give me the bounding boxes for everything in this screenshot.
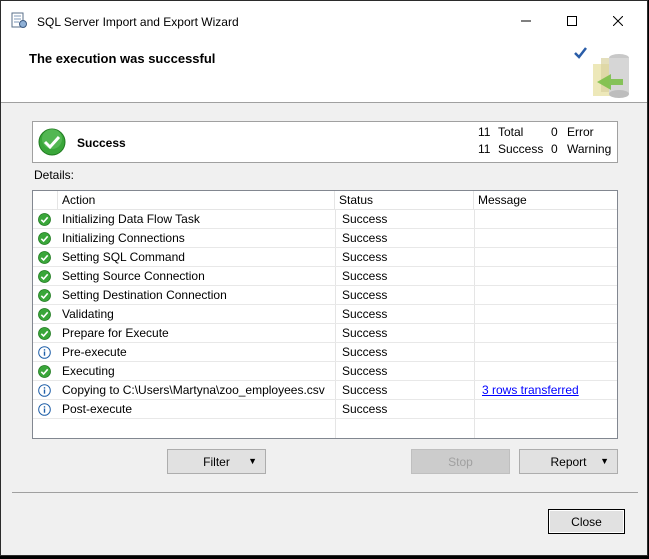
table-row[interactable]: Executing Success <box>33 362 617 381</box>
success-check-icon <box>38 128 66 156</box>
close-button-label: Close <box>571 514 602 529</box>
row-status: Success <box>342 345 388 359</box>
wizard-header: The execution was successful <box>1 40 647 103</box>
row-status: Success <box>342 402 388 416</box>
table-row[interactable]: Setting Destination Connection Success <box>33 286 617 305</box>
dropdown-arrow-icon: ▼ <box>600 456 609 466</box>
success-icon <box>38 270 51 283</box>
warning-count: 0 <box>551 142 558 156</box>
row-status: Success <box>342 364 388 378</box>
dropdown-arrow-icon: ▼ <box>248 456 257 466</box>
success-icon <box>38 289 51 302</box>
close-icon <box>613 15 623 26</box>
row-action: Pre-execute <box>62 345 127 359</box>
row-message <box>478 343 618 362</box>
column-header-message[interactable]: Message <box>474 191 618 210</box>
table-row[interactable]: Setting Source Connection Success <box>33 267 617 286</box>
close-window-button[interactable] <box>595 1 641 40</box>
row-status: Success <box>342 383 388 397</box>
row-message <box>478 400 618 419</box>
row-message <box>478 362 618 381</box>
row-action: Validating <box>62 307 114 321</box>
stop-button[interactable]: Stop <box>411 449 510 474</box>
app-icon <box>11 12 27 28</box>
wizard-banner-icon <box>574 47 629 98</box>
row-action: Post-execute <box>62 402 133 416</box>
row-action: Initializing Connections <box>62 231 185 245</box>
header-icon-column[interactable] <box>33 191 58 210</box>
total-label: Total <box>498 125 524 139</box>
column-header-action[interactable]: Action <box>58 191 335 210</box>
info-icon <box>38 346 51 359</box>
error-label: Error <box>567 125 594 139</box>
report-button-label: Report <box>550 454 587 469</box>
row-action: Initializing Data Flow Task <box>62 212 200 226</box>
success-icon <box>38 308 51 321</box>
total-count: 11 <box>478 125 491 139</box>
success-label: Success <box>498 142 544 156</box>
details-label: Details: <box>34 168 75 182</box>
page-title: The execution was successful <box>29 51 216 66</box>
info-icon <box>38 403 51 416</box>
success-icon <box>38 232 51 245</box>
info-icon <box>38 384 51 397</box>
success-icon <box>38 327 51 340</box>
summary-panel: Success 11 Total 0 Error 11 Success 0 Wa… <box>32 121 618 163</box>
row-message <box>478 267 618 286</box>
row-message <box>478 229 618 248</box>
summary-status: Success <box>77 136 126 150</box>
filter-button[interactable]: Filter ▼ <box>167 449 266 474</box>
row-message <box>478 248 618 267</box>
report-button[interactable]: Report ▼ <box>519 449 618 474</box>
row-status: Success <box>342 250 388 264</box>
row-status: Success <box>342 212 388 226</box>
table-row[interactable]: Prepare for Execute Success <box>33 324 617 343</box>
row-status: Success <box>342 307 388 321</box>
success-icon <box>38 251 51 264</box>
title-bar[interactable]: SQL Server Import and Export Wizard <box>1 1 647 40</box>
row-message-link[interactable]: 3 rows transferred <box>478 381 618 400</box>
stop-button-label: Stop <box>448 454 473 469</box>
details-grid[interactable]: Action Status Message Initializing Data … <box>32 190 618 439</box>
warning-label: Warning <box>567 142 612 156</box>
row-action: Setting Source Connection <box>62 269 205 283</box>
window-title: SQL Server Import and Export Wizard <box>37 15 239 29</box>
wizard-window: SQL Server Import and Export Wizard The … <box>0 0 648 556</box>
table-row[interactable]: Initializing Connections Success <box>33 229 617 248</box>
success-icon <box>38 213 51 226</box>
minimize-icon <box>521 20 531 21</box>
maximize-icon <box>567 15 577 26</box>
row-action: Setting Destination Connection <box>62 288 227 302</box>
row-action: Setting SQL Command <box>62 250 185 264</box>
close-button[interactable]: Close <box>548 509 625 534</box>
row-status: Success <box>342 288 388 302</box>
filter-button-label: Filter <box>203 454 230 469</box>
minimize-button[interactable] <box>503 1 549 40</box>
row-message <box>478 286 618 305</box>
row-status: Success <box>342 269 388 283</box>
row-status: Success <box>342 231 388 245</box>
grid-header: Action Status Message <box>33 191 617 210</box>
column-header-status[interactable]: Status <box>335 191 474 210</box>
row-action: Executing <box>62 364 115 378</box>
footer-divider <box>12 492 638 493</box>
success-count: 11 <box>478 142 491 156</box>
row-action: Prepare for Execute <box>62 326 169 340</box>
table-row[interactable]: Initializing Data Flow Task Success <box>33 210 617 229</box>
row-status: Success <box>342 326 388 340</box>
error-count: 0 <box>551 125 558 139</box>
table-row[interactable]: Copying to C:\Users\Martyna\zoo_employee… <box>33 381 617 400</box>
success-icon <box>38 365 51 378</box>
row-message <box>478 210 618 229</box>
table-row[interactable]: Validating Success <box>33 305 617 324</box>
row-action: Copying to C:\Users\Martyna\zoo_employee… <box>62 383 325 397</box>
maximize-button[interactable] <box>549 1 595 40</box>
row-message <box>478 324 618 343</box>
table-row[interactable]: Post-execute Success <box>33 400 617 419</box>
row-message <box>478 305 618 324</box>
table-row[interactable]: Pre-execute Success <box>33 343 617 362</box>
table-row[interactable]: Setting SQL Command Success <box>33 248 617 267</box>
